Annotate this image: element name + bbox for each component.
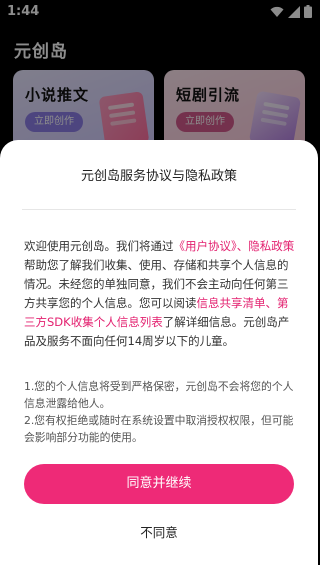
privacy-notes: 1.您的个人信息将受到严格保密，元创岛不会将您的个人信息泄露给他人。 2.您有权… bbox=[24, 378, 296, 446]
disagree-button[interactable]: 不同意 bbox=[0, 522, 318, 541]
agreement-text: 欢迎使用元创岛。我们将通过《用户协议》、隐私政策帮助您了解我们收集、使用、存储和… bbox=[24, 237, 296, 351]
dialog-title: 元创岛服务协议与隐私政策 bbox=[80, 169, 237, 184]
note-item: 1.您的个人信息将受到严格保密，元创岛不会将您的个人信息泄露给他人。 bbox=[24, 380, 294, 410]
user-agreement-link[interactable]: 《用户协议》、隐私政策 bbox=[174, 239, 295, 253]
privacy-dialog: 元创岛服务协议与隐私政策 欢迎使用元创岛。我们将通过《用户协议》、隐私政策帮助您… bbox=[0, 140, 318, 565]
agreement-text-part: 欢迎使用元创岛。我们将通过 bbox=[24, 239, 174, 253]
agree-continue-button[interactable]: 同意并继续 bbox=[24, 464, 294, 504]
note-item: 2.您有权拒绝或随时在系统设置中取消授权权限，但可能会影响部分功能的使用。 bbox=[24, 414, 294, 444]
divider bbox=[22, 209, 296, 210]
